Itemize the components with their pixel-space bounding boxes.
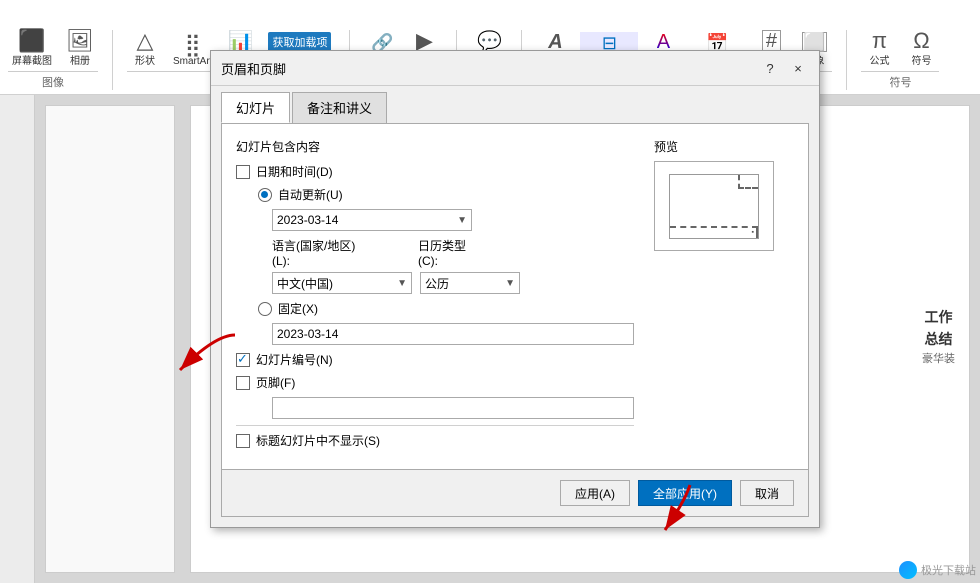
fixed-label[interactable]: 固定(X): [278, 300, 318, 317]
formula-button[interactable]: π 公式: [861, 28, 897, 69]
screenshot-icon: ⬛: [18, 30, 45, 52]
dialog-help-button[interactable]: ?: [759, 57, 781, 79]
dialog-titlebar: 页眉和页脚 ? ×: [211, 51, 819, 86]
comment-icon: 💬: [477, 32, 502, 52]
footer-text-input[interactable]: [272, 397, 634, 419]
dialog-tabs: 幻灯片 备注和讲义: [211, 86, 819, 123]
separator-5: [846, 30, 847, 90]
shapes-label: 形状: [135, 52, 155, 67]
tab-notes[interactable]: 备注和讲义: [292, 92, 387, 123]
preview-number-indicator: ▪: [752, 229, 754, 236]
chart-icon: 📊: [228, 32, 253, 52]
dont-show-checkbox[interactable]: [236, 434, 250, 448]
dialog-footer: 应用(A) 全部应用(Y) 取消: [221, 470, 809, 517]
dialog-right-panel: 预览 ▪: [654, 138, 794, 455]
page-header-footer-dialog: 页眉和页脚 ? × 幻灯片 备注和讲义 幻灯片包含内容 日期和时间(D): [210, 50, 820, 528]
calendar-label: 日历类型(C):: [418, 237, 478, 268]
wordart-icon: A: [657, 32, 670, 52]
preview-footer-indicator: ▪: [670, 226, 758, 238]
preview-inner: ▪: [669, 174, 759, 239]
formula-label: 公式: [869, 52, 889, 67]
ribbon-group-symbols: π 公式 Ω 符号 符号: [861, 28, 939, 90]
watermark-logo: [899, 561, 917, 579]
preview-label: 预览: [654, 138, 794, 155]
datetime-checkbox[interactable]: [236, 165, 250, 179]
slide-number-label[interactable]: 幻灯片编号(N): [256, 351, 333, 368]
photo-icon: 🖼: [66, 30, 94, 52]
preview-header-indicator: [738, 175, 758, 189]
slide-number-checkbox[interactable]: [236, 353, 250, 367]
dropdown-arrow: ▼: [457, 215, 467, 226]
dialog-close-button[interactable]: ×: [787, 57, 809, 79]
symbol-label: 符号: [911, 52, 931, 67]
shapes-icon: △: [137, 30, 154, 52]
auto-update-label[interactable]: 自动更新(U): [278, 186, 343, 203]
language-dropdown[interactable]: 中文(中国) ▼: [272, 272, 412, 294]
slidenumber-icon: #: [762, 30, 781, 52]
textbox-icon: A: [548, 32, 562, 52]
object-icon: ⬜: [802, 32, 826, 52]
separator-1: [112, 30, 113, 90]
footer-input-row: [272, 397, 634, 419]
screenshot-button[interactable]: ⬛ 屏幕截图: [8, 28, 56, 69]
slide-content-text: 工作 总结 豪华装: [922, 306, 955, 368]
fixed-input-row: [272, 323, 634, 345]
apply-all-button[interactable]: 全部应用(Y): [638, 480, 732, 506]
smartart-label: SmartArt: [173, 56, 212, 67]
date-format-dropdown-row: 2023-03-14 ▼: [272, 209, 634, 231]
footer-label[interactable]: 页脚(F): [256, 374, 295, 391]
footer-checkbox[interactable]: [236, 376, 250, 390]
auto-update-radio[interactable]: [258, 188, 272, 202]
tab-slide[interactable]: 幻灯片: [221, 92, 290, 123]
language-label: 语言(国家/地区)(L):: [272, 237, 362, 268]
date-format-value: 2023-03-14: [277, 213, 338, 227]
fixed-date-input[interactable]: [272, 323, 634, 345]
symbols-group-label: 符号: [861, 71, 939, 90]
preview-box: ▪: [654, 161, 774, 251]
ribbon-group-image: ⬛ 屏幕截图 🖼 相册 图像: [8, 28, 98, 90]
action-icon: ▶: [416, 30, 433, 52]
calendar-value: 公历: [425, 275, 449, 292]
symbol-button[interactable]: Ω 符号: [903, 28, 939, 69]
datetime-label[interactable]: 日期和时间(D): [256, 163, 333, 180]
watermark-text: 极光下载站: [921, 562, 976, 578]
screenshot-label: 屏幕截图: [12, 52, 52, 67]
divider: [236, 425, 634, 426]
fixed-radio[interactable]: [258, 302, 272, 316]
dialog-body: 幻灯片包含内容 日期和时间(D) 自动更新(U) 2023-03-14 ▼: [221, 123, 809, 470]
smartart-icon: ⣿: [185, 34, 201, 56]
photo-label: 相册: [70, 52, 90, 67]
dialog-titlebar-controls: ? ×: [759, 57, 809, 79]
shapes-button[interactable]: △ 形状: [127, 28, 163, 69]
apply-button[interactable]: 应用(A): [560, 480, 630, 506]
dialog-left-panel: 幻灯片包含内容 日期和时间(D) 自动更新(U) 2023-03-14 ▼: [236, 138, 634, 455]
section-title: 幻灯片包含内容: [236, 138, 634, 155]
cal-dropdown-arrow: ▼: [505, 278, 515, 289]
lang-cal-row: 语言(国家/地区)(L): 日历类型(C):: [272, 237, 634, 268]
date-format-dropdown[interactable]: 2023-03-14 ▼: [272, 209, 472, 231]
lang-cal-dropdowns: 中文(中国) ▼ 公历 ▼: [272, 272, 634, 294]
ruler-left: [0, 95, 35, 583]
language-value: 中文(中国): [277, 275, 333, 292]
datetime-row: 日期和时间(D): [236, 163, 634, 180]
dont-show-label[interactable]: 标题幻灯片中不显示(S): [256, 432, 380, 449]
formula-icon: π: [872, 30, 887, 52]
slide-panel: [45, 105, 175, 573]
image-group-label: 图像: [8, 71, 98, 90]
lang-dropdown-arrow: ▼: [397, 278, 407, 289]
calendar-dropdown[interactable]: 公历 ▼: [420, 272, 520, 294]
dialog-title: 页眉和页脚: [221, 59, 286, 78]
watermark: 极光下载站: [899, 561, 976, 579]
photo-button[interactable]: 🖼 相册: [62, 28, 98, 69]
app-background: ⬛ 屏幕截图 🖼 相册 图像 △ 形状 ⣿ SmartArt: [0, 0, 980, 583]
cancel-button[interactable]: 取消: [740, 480, 794, 506]
footer-row: 页脚(F): [236, 374, 634, 391]
addins-icon: 获取加载项: [268, 32, 331, 52]
fixed-row: 固定(X): [258, 300, 634, 317]
slide-number-row: 幻灯片编号(N): [236, 351, 634, 368]
auto-update-row: 自动更新(U): [258, 186, 634, 203]
dont-show-row: 标题幻灯片中不显示(S): [236, 432, 634, 449]
symbol-icon: Ω: [913, 30, 929, 52]
